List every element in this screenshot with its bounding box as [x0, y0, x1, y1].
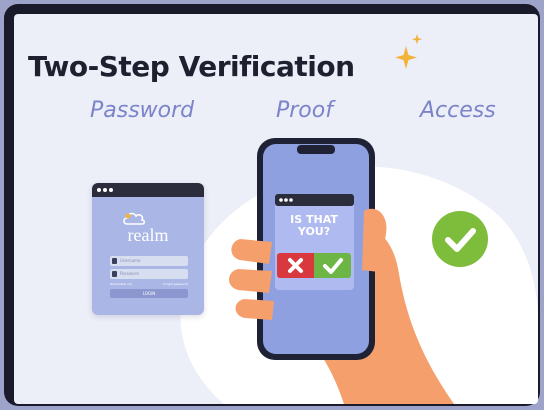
- phone-in-hand: [229, 138, 454, 404]
- deny-button[interactable]: [277, 253, 314, 278]
- deny-x-icon: [288, 258, 303, 273]
- approve-button[interactable]: [314, 253, 351, 278]
- illustration-canvas: Two-Step Verification Password Proof Acc…: [14, 14, 538, 404]
- approve-check-icon: [323, 258, 343, 274]
- image-frame: Two-Step Verification Password Proof Acc…: [4, 4, 540, 406]
- verification-prompt: IS THAT YOU?: [290, 213, 338, 238]
